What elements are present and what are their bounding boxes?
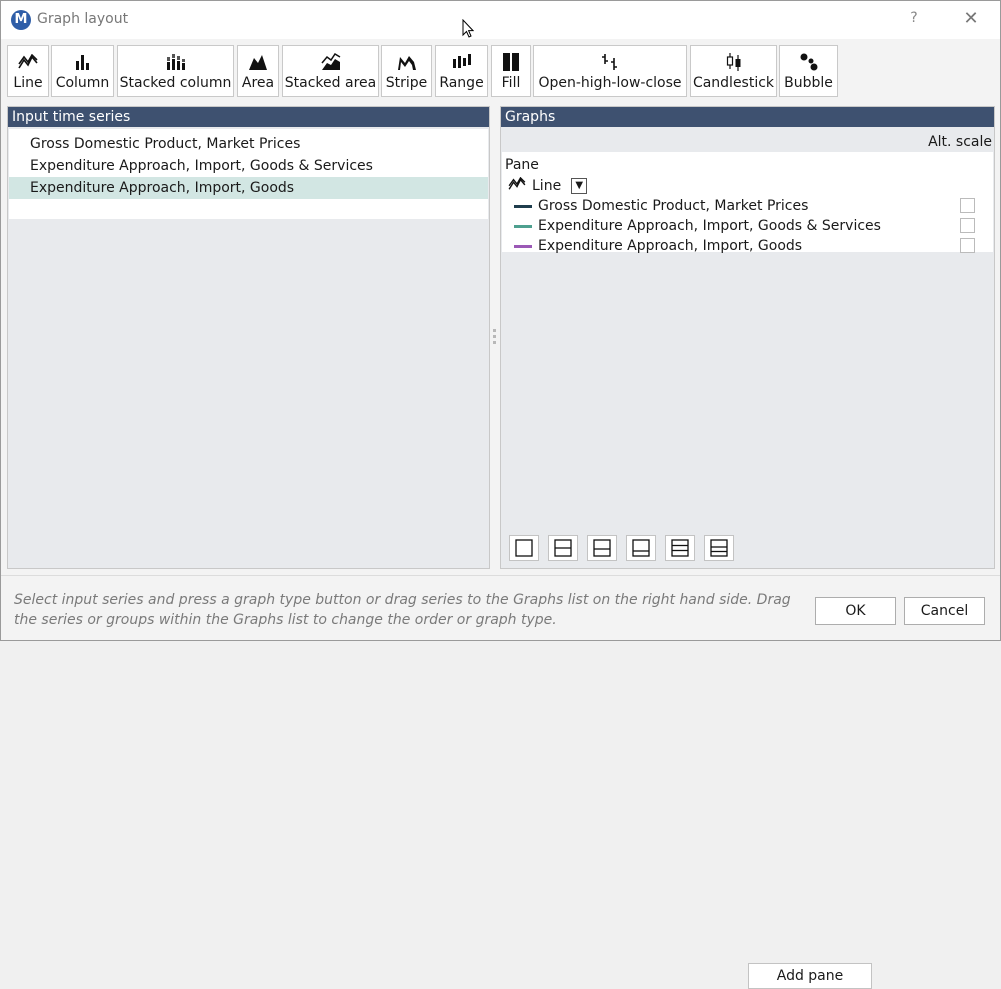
pane-area: Pane Line ▼ Gross Domestic Product, Mark… — [502, 152, 993, 254]
series-color-swatch — [514, 204, 532, 208]
stacked-area-icon — [283, 52, 378, 72]
close-button[interactable]: ✕ — [961, 8, 981, 29]
candlestick-button[interactable]: Candlestick — [690, 45, 777, 97]
footer-divider — [1, 575, 1000, 576]
layout-two-bottom-button[interactable] — [626, 535, 656, 561]
stripe-chart-icon — [382, 52, 431, 72]
graphs-panel: Graphs Alt. scale Pane Line ▼ Gross Dome… — [500, 106, 995, 989]
chevron-down-icon[interactable]: ▼ — [571, 178, 588, 194]
mouse-cursor-icon — [462, 19, 474, 38]
graph-series-item[interactable]: Expenditure Approach, Import, Goods — [514, 236, 802, 256]
fill-chart-icon — [492, 52, 530, 72]
line-button[interactable]: Line — [7, 45, 49, 97]
help-hint-text: Select input series and press a graph ty… — [14, 592, 791, 628]
ohlc-icon — [534, 52, 686, 72]
two-pane-bottom-icon — [632, 539, 650, 557]
area-label: Area — [241, 75, 275, 91]
range-label: Range — [439, 75, 484, 91]
line-group-label: Line — [532, 178, 562, 194]
help-button[interactable]: ? — [905, 10, 923, 26]
stacked-column-icon — [118, 52, 233, 72]
stacked-area-label: Stacked area — [284, 75, 377, 91]
open-high-low-close-label: Open-high-low-close — [538, 75, 682, 91]
list-item-selected[interactable]: Expenditure Approach, Import, Goods — [9, 177, 488, 199]
graph-series-item[interactable]: Expenditure Approach, Import, Goods & Se… — [514, 216, 881, 236]
bubble-label: Bubble — [784, 75, 833, 91]
stacked-column-label: Stacked column — [119, 75, 232, 91]
stacked-column-button[interactable]: Stacked column — [117, 45, 234, 97]
area-chart-icon — [238, 52, 278, 72]
title-bar: M Graph layout ? ✕ — [1, 1, 1000, 39]
layout-three-pane-bottom-button[interactable] — [704, 535, 734, 561]
bubble-button[interactable]: Bubble — [779, 45, 838, 97]
range-button[interactable]: Range — [435, 45, 488, 97]
candlestick-label: Candlestick — [692, 75, 775, 91]
series-color-swatch — [514, 244, 532, 248]
series-name: Expenditure Approach, Import, Goods — [538, 238, 803, 254]
window-title: Graph layout — [37, 11, 129, 27]
alt-scale-checkbox[interactable] — [960, 238, 975, 253]
column-chart-icon — [52, 52, 113, 72]
alt-scale-checkbox[interactable] — [960, 218, 975, 233]
add-pane-button[interactable]: Add pane — [748, 963, 872, 989]
stripe-label: Stripe — [385, 75, 428, 91]
three-pane-bottom-icon — [710, 539, 728, 557]
input-series-header: Input time series — [8, 107, 489, 127]
line-chart-icon — [8, 52, 48, 72]
layout-two-top-button[interactable] — [587, 535, 617, 561]
series-name: Expenditure Approach, Import, Goods & Se… — [538, 218, 881, 234]
area-button[interactable]: Area — [237, 45, 279, 97]
list-item[interactable]: Gross Domestic Product, Market Prices — [9, 133, 488, 155]
layout-single-pane-button[interactable] — [509, 535, 539, 561]
layout-three-pane-button[interactable] — [665, 535, 695, 561]
alt-scale-checkbox[interactable] — [960, 198, 975, 213]
layout-two-equal-button[interactable] — [548, 535, 578, 561]
three-pane-icon — [671, 539, 689, 557]
fill-button[interactable]: Fill — [491, 45, 531, 97]
graph-series-item[interactable]: Gross Domestic Product, Market Prices — [514, 196, 808, 216]
column-button[interactable]: Column — [51, 45, 114, 97]
pane-label[interactable]: Pane — [505, 157, 539, 173]
candlestick-icon — [691, 52, 776, 72]
fill-label: Fill — [501, 75, 521, 91]
column-label: Column — [55, 75, 110, 91]
input-series-panel: Input time series Gross Domestic Product… — [7, 106, 490, 569]
app-logo-icon: M — [11, 10, 31, 30]
line-label: Line — [13, 75, 43, 91]
line-chart-icon — [508, 176, 526, 195]
series-name: Gross Domestic Product, Market Prices — [538, 198, 809, 214]
two-pane-icon — [554, 539, 572, 557]
bubble-chart-icon — [780, 52, 837, 72]
list-item[interactable]: Expenditure Approach, Import, Goods & Se… — [9, 155, 488, 177]
ok-button[interactable]: OK — [815, 597, 896, 625]
open-high-low-close-button[interactable]: Open-high-low-close — [533, 45, 687, 97]
graphs-header: Graphs — [501, 107, 994, 127]
input-series-list: Gross Domestic Product, Market Prices Ex… — [9, 129, 488, 219]
cancel-button[interactable]: Cancel — [904, 597, 985, 625]
stripe-button[interactable]: Stripe — [381, 45, 432, 97]
graph-layout-dialog: M Graph layout ? ✕ Line Column Stacked c… — [0, 0, 1001, 989]
line-group[interactable]: Line ▼ — [508, 176, 588, 196]
alt-scale-header: Alt. scale — [928, 134, 992, 150]
series-color-swatch — [514, 224, 532, 228]
range-chart-icon — [436, 52, 487, 72]
stacked-area-button[interactable]: Stacked area — [282, 45, 379, 97]
panel-splitter[interactable] — [493, 329, 496, 347]
two-pane-top-icon — [593, 539, 611, 557]
single-pane-icon — [515, 539, 533, 557]
